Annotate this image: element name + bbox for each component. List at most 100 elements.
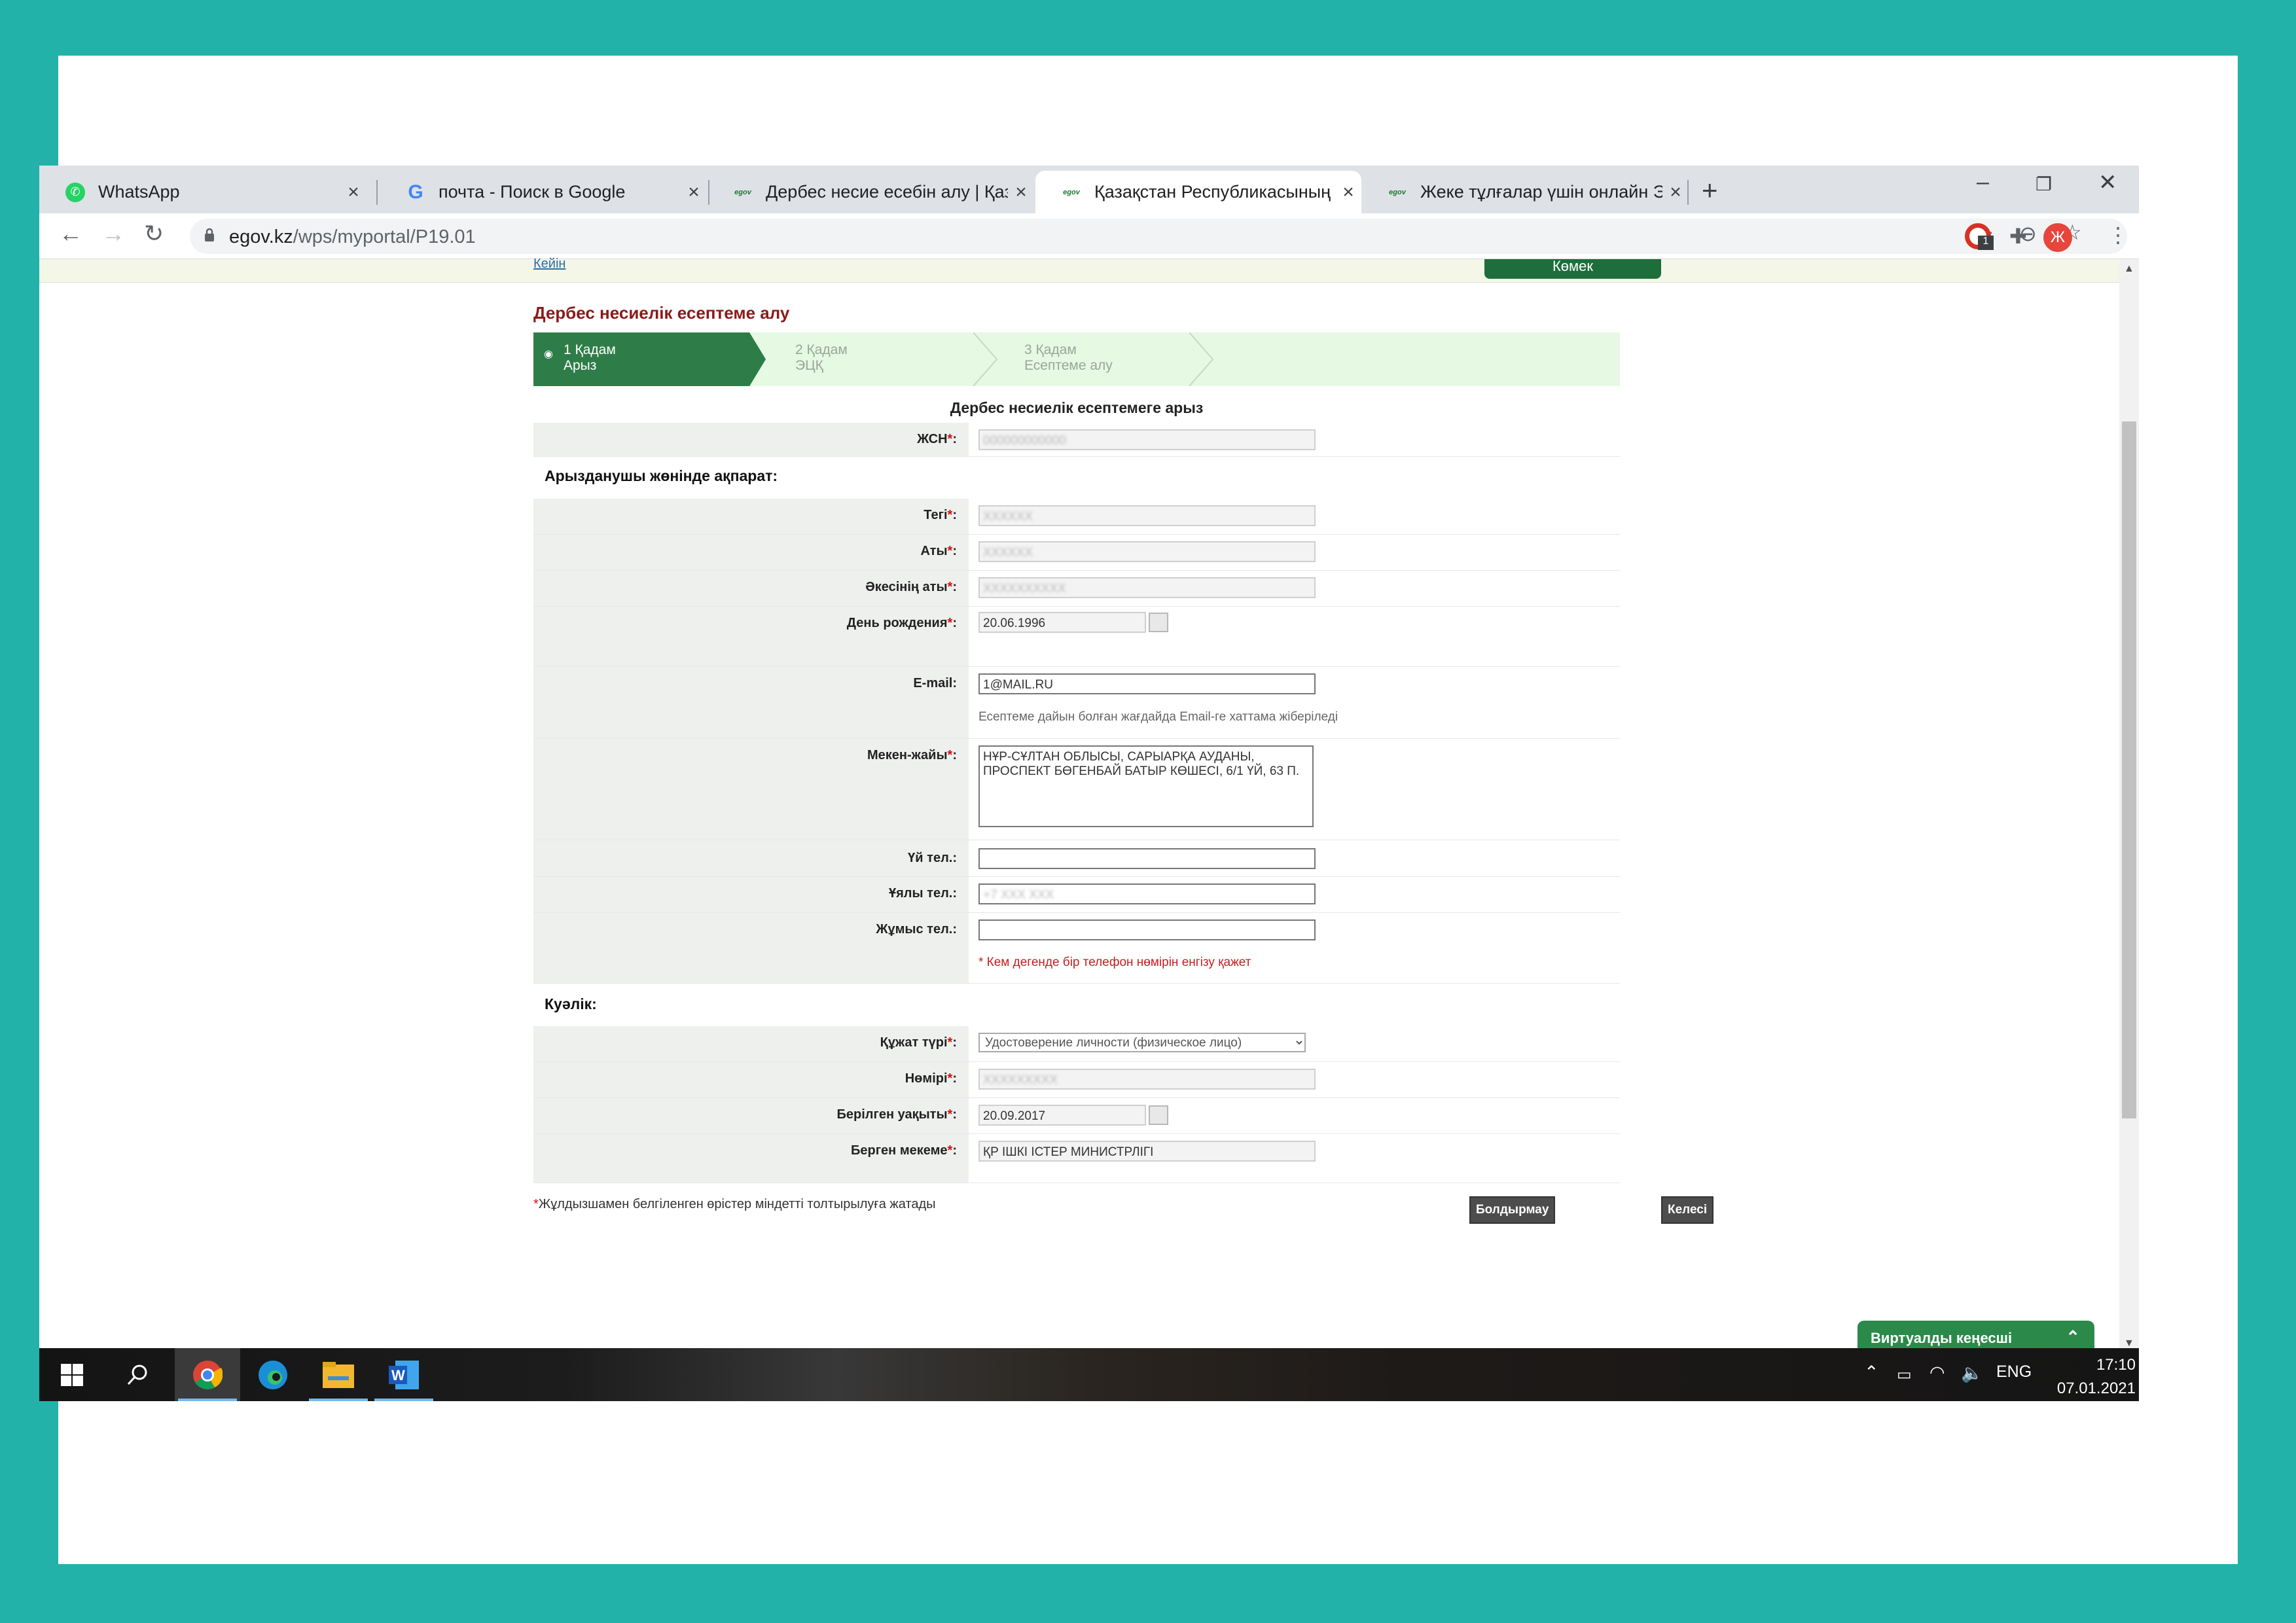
step-number: 3 Қадам xyxy=(1024,342,1077,357)
issue-date-field[interactable]: 20.09.2017 xyxy=(978,1105,1146,1126)
extension-badge: 1 xyxy=(1978,236,1994,250)
surname-field[interactable]: XXXXXX xyxy=(978,505,1316,526)
start-button[interactable] xyxy=(39,1348,105,1401)
applicant-section-heading: Арызданушы жөнінде ақпарат: xyxy=(545,467,778,484)
tab-egov-active[interactable]: egov Қазақстан Республикасының Эл × xyxy=(1035,171,1361,213)
field-label: Әкесінің аты*: xyxy=(533,571,969,606)
wifi-icon[interactable]: ◠ xyxy=(1929,1363,1945,1383)
desktop-screen: ✆ WhatsApp × G почта - Поиск в Google × … xyxy=(39,166,2139,1401)
field-label: Жұмыс тел.: xyxy=(533,913,969,983)
field-label: Берілген уақыты*: xyxy=(533,1098,969,1133)
close-icon[interactable]: × xyxy=(1335,181,1361,204)
field-label: Құжат түрі*: xyxy=(533,1026,969,1061)
close-window-icon[interactable]: ✕ xyxy=(2098,169,2117,196)
step-label: ЭЦҚ xyxy=(795,358,823,373)
volume-icon[interactable]: 🔈 xyxy=(1961,1363,1983,1383)
iin-field[interactable]: 000000000000 xyxy=(978,429,1316,450)
tab-egov-credit[interactable]: egov Дербес несие есебін алу | Қазақ × xyxy=(707,171,1034,213)
calendar-icon[interactable] xyxy=(1149,1105,1168,1125)
field-label: Аты*: xyxy=(533,535,969,570)
step-active-icon: ◉ xyxy=(544,349,553,360)
open-indicator xyxy=(374,1399,433,1401)
tab-whatsapp[interactable]: ✆ WhatsApp × xyxy=(39,171,367,213)
tray-chevron-icon[interactable]: ⌃ xyxy=(1864,1363,1879,1383)
address-textarea[interactable]: НҰР-СҰЛТАН ОБЛЫСЫ, САРЫАРҚА АУДАНЫ, ПРОС… xyxy=(978,745,1314,827)
clock-time: 17:10 xyxy=(2096,1356,2136,1374)
reload-icon[interactable]: ↻ xyxy=(144,220,164,247)
address-bar[interactable]: egov.kz/wps/myportal/P19.01 ⇆ ⊖ ☆ xyxy=(190,219,2127,254)
row-mobile-phone: Ұялы тел.: +7 XXX XXX xyxy=(533,877,1620,913)
edge-taskbar-button[interactable] xyxy=(240,1348,306,1401)
language-indicator[interactable]: ENG xyxy=(1996,1363,2032,1382)
step-1: ◉ 1 Қадам Арыз xyxy=(533,332,766,386)
step-label: Арыз xyxy=(564,358,597,373)
issuer-field[interactable]: ҚР ІШКІ ІСТЕР МИНИСТРЛІГІ xyxy=(978,1141,1316,1162)
file-explorer-taskbar-button[interactable] xyxy=(306,1348,371,1401)
word-taskbar-button[interactable]: W xyxy=(371,1348,437,1401)
battery-icon[interactable]: ▭ xyxy=(1897,1365,1912,1384)
profile-avatar[interactable]: Ж xyxy=(2043,223,2072,252)
close-icon[interactable]: × xyxy=(681,181,707,204)
forward-icon[interactable]: → xyxy=(101,220,125,247)
mobile-phone-field[interactable]: +7 XXX XXX xyxy=(978,883,1316,904)
email-field[interactable]: 1@MAIL.RU xyxy=(978,673,1316,694)
close-icon[interactable]: × xyxy=(1008,181,1034,204)
new-tab-button[interactable]: + xyxy=(1702,175,1718,206)
restore-icon[interactable]: ❐ xyxy=(2036,173,2052,195)
calendar-icon[interactable] xyxy=(1149,613,1168,632)
field-label: E-mail: xyxy=(533,667,969,738)
scroll-up-arrow-icon[interactable]: ▲ xyxy=(2124,263,2134,275)
page-title: Дербес несиелік есептеме алу xyxy=(533,303,790,323)
active-indicator xyxy=(178,1399,237,1401)
svg-text:W: W xyxy=(391,1367,405,1383)
birthdate-field[interactable]: 20.06.1996 xyxy=(978,612,1146,633)
field-label: ЖСН*: xyxy=(533,423,969,456)
scrollbar-thumb[interactable] xyxy=(2122,421,2136,1118)
search-taskbar-button[interactable] xyxy=(105,1348,170,1401)
patronymic-field[interactable]: XXXXXXXXXX xyxy=(978,577,1316,598)
doc-number-field[interactable]: XXXXXXXXX xyxy=(978,1069,1316,1090)
back-link[interactable]: Кейін xyxy=(533,257,565,272)
tab-title: WhatsApp xyxy=(98,182,180,202)
step-number: 1 Қадам xyxy=(564,342,616,357)
tab-title: Жеке тұлғалар үшін онлайн ЭЦҚ xyxy=(1420,182,1662,202)
portal-top-strip: Кейін Көмек xyxy=(39,257,2127,283)
tab-google[interactable]: G почта - Поиск в Google × xyxy=(380,171,707,213)
close-icon[interactable]: × xyxy=(1662,181,1689,204)
home-phone-field[interactable] xyxy=(978,848,1316,869)
virtual-consultant-label: Виртуалды кеңесші xyxy=(1871,1330,2013,1346)
field-label: Берген мекеме*: xyxy=(533,1134,969,1183)
open-indicator xyxy=(309,1399,368,1401)
close-icon[interactable]: × xyxy=(340,181,367,204)
windows-logo-icon xyxy=(61,1363,83,1386)
cancel-button[interactable]: Болдырмау xyxy=(1469,1196,1556,1224)
work-phone-field[interactable] xyxy=(978,919,1316,940)
step-2: 2 Қадам ЭЦҚ xyxy=(749,332,972,386)
egov-icon: egov xyxy=(1389,188,1406,196)
name-field[interactable]: XXXXXX xyxy=(978,541,1316,562)
row-birthdate: День рождения*: 20.06.1996 xyxy=(533,607,1620,667)
row-name: Аты*: XXXXXX xyxy=(533,535,1620,571)
required-fields-note: *Жұлдызшамен белгіленген өрістер міндетт… xyxy=(533,1197,936,1211)
menu-dots-icon[interactable]: ⋮ xyxy=(2108,223,2128,247)
google-icon: G xyxy=(408,181,423,203)
field-label: Нөмірі*: xyxy=(533,1062,969,1097)
chrome-taskbar-button[interactable] xyxy=(175,1348,240,1401)
row-email: E-mail: 1@MAIL.RU Есептеме дайын болған … xyxy=(533,667,1620,739)
next-button[interactable]: Келесі xyxy=(1661,1196,1714,1224)
tab-egov-eds[interactable]: egov Жеке тұлғалар үшін онлайн ЭЦҚ × xyxy=(1361,171,1689,213)
clock-date: 07.01.2021 xyxy=(2056,1380,2136,1397)
tab-title: Дербес несие есебін алу | Қазақ xyxy=(766,182,1008,202)
email-hint: Есептеме дайын болған жағдайда Email-ге … xyxy=(978,710,1338,724)
chevron-up-icon[interactable]: ⌃ xyxy=(2066,1327,2080,1347)
puzzle-extensions-icon[interactable]: ✚ xyxy=(2009,224,2027,249)
tab-title: почта - Поиск в Google xyxy=(439,182,626,202)
phone-hint: * Кем дегенде бір телефон нөмірін енгізу… xyxy=(978,955,1251,969)
back-icon[interactable]: ← xyxy=(59,220,82,247)
help-button[interactable]: Көмек xyxy=(1484,259,1661,279)
taskbar-clock[interactable]: 17:10 07.01.2021 xyxy=(2044,1353,2136,1400)
minimize-icon[interactable]: – xyxy=(1977,169,1989,195)
row-patronymic: Әкесінің аты*: XXXXXXXXXX xyxy=(533,571,1620,607)
row-surname: Тегі*: XXXXXX xyxy=(533,499,1620,535)
doc-type-select[interactable]: Удостоверение личности (физическое лицо) xyxy=(978,1033,1306,1052)
